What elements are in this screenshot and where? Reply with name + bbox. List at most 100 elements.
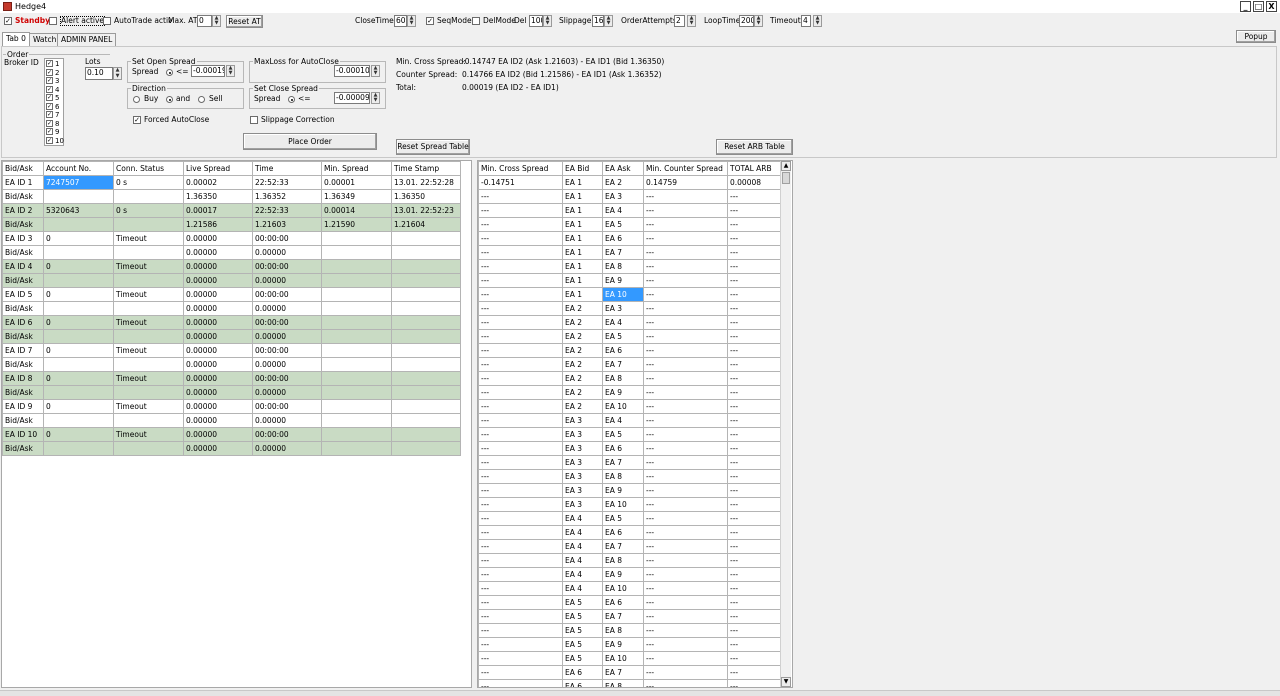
- table-cell[interactable]: 0.00000: [183, 399, 253, 414]
- table-cell[interactable]: [43, 329, 114, 344]
- table-cell[interactable]: ---: [643, 203, 728, 218]
- table-cell[interactable]: [391, 399, 461, 414]
- table-cell[interactable]: Bid/Ask: [2, 273, 44, 288]
- table-cell[interactable]: [391, 273, 461, 288]
- broker-item[interactable]: ✓ 9: [46, 128, 59, 136]
- table-cell[interactable]: ---: [643, 399, 728, 414]
- table-cell[interactable]: ---: [643, 581, 728, 596]
- table-cell[interactable]: EA ID 3: [2, 231, 44, 246]
- broker-item[interactable]: ✓ 5: [46, 94, 59, 102]
- looptime-input[interactable]: 200: [739, 15, 754, 27]
- lots-input[interactable]: 0.10: [85, 67, 113, 80]
- table-cell[interactable]: ---: [727, 287, 781, 302]
- table-cell[interactable]: 0.00000: [252, 245, 322, 260]
- table-cell[interactable]: ---: [478, 301, 563, 316]
- broker-checkbox[interactable]: ✓: [46, 128, 53, 135]
- table-cell[interactable]: EA 9: [602, 273, 644, 288]
- column-header[interactable]: Min. Cross Spread: [478, 161, 563, 176]
- close-spread-spinner[interactable]: ▲ ▼: [371, 92, 380, 104]
- table-cell[interactable]: 00:00:00: [252, 231, 322, 246]
- table-cell[interactable]: 00:00:00: [252, 259, 322, 274]
- table-cell[interactable]: ---: [643, 651, 728, 666]
- table-cell[interactable]: [321, 259, 392, 274]
- table-cell[interactable]: ---: [478, 315, 563, 330]
- table-cell[interactable]: EA 2: [562, 357, 603, 372]
- table-cell[interactable]: 13.01. 22:52:28: [391, 175, 461, 190]
- table-cell[interactable]: EA 5: [562, 651, 603, 666]
- table-cell[interactable]: 0.00000: [183, 441, 253, 456]
- broker-item[interactable]: ✓ 6: [46, 102, 59, 111]
- table-cell[interactable]: [113, 189, 184, 204]
- table-cell[interactable]: [321, 273, 392, 288]
- table-cell[interactable]: [113, 329, 184, 344]
- table-cell[interactable]: Bid/Ask: [2, 189, 44, 204]
- table-cell[interactable]: [391, 357, 461, 372]
- table-cell[interactable]: 1.36350: [183, 189, 253, 204]
- standby-checkbox[interactable]: ✓: [4, 17, 12, 25]
- broker-item[interactable]: ✓ 2: [46, 68, 59, 77]
- table-cell[interactable]: Timeout: [113, 427, 184, 442]
- table-cell[interactable]: EA 4: [602, 203, 644, 218]
- sell-radio[interactable]: [198, 96, 205, 103]
- table-cell[interactable]: 0.00000: [183, 413, 253, 428]
- table-cell[interactable]: [321, 343, 392, 358]
- open-spread-spinner[interactable]: ▲ ▼: [226, 65, 235, 77]
- broker-checkbox[interactable]: ✓: [46, 85, 53, 93]
- table-cell[interactable]: ---: [643, 595, 728, 610]
- table-cell[interactable]: EA 3: [562, 455, 603, 470]
- table-cell[interactable]: ---: [478, 399, 563, 414]
- table-cell[interactable]: [321, 385, 392, 400]
- table-cell[interactable]: ---: [643, 679, 728, 687]
- max-at-spinner[interactable]: ▲ ▼: [212, 15, 221, 27]
- table-cell[interactable]: [321, 399, 392, 414]
- table-cell[interactable]: EA 3: [602, 189, 644, 204]
- table-cell[interactable]: ---: [478, 637, 563, 652]
- table-cell[interactable]: EA 10: [602, 651, 644, 666]
- table-cell[interactable]: [391, 245, 461, 260]
- table-cell[interactable]: ---: [727, 497, 781, 512]
- reset-spread-table-button[interactable]: Reset Spread Table: [396, 139, 470, 155]
- orderattempts-spinner[interactable]: ▲ ▼: [687, 15, 696, 27]
- table-cell[interactable]: ---: [727, 651, 781, 666]
- broker-checkbox[interactable]: ✓: [46, 102, 53, 110]
- table-cell[interactable]: 13.01. 22:52:23: [391, 203, 461, 218]
- table-cell[interactable]: EA ID 2: [2, 203, 44, 218]
- table-cell[interactable]: 0.00000: [183, 371, 253, 386]
- table-cell[interactable]: EA ID 9: [2, 399, 44, 414]
- table-cell[interactable]: ---: [478, 371, 563, 386]
- broker-checkbox[interactable]: ✓: [46, 68, 53, 76]
- table-cell[interactable]: ---: [727, 581, 781, 596]
- table-cell[interactable]: 0.00001: [321, 175, 392, 190]
- table-cell[interactable]: [391, 385, 461, 400]
- table-cell[interactable]: ---: [643, 217, 728, 232]
- table-cell[interactable]: [113, 217, 184, 232]
- table-cell[interactable]: EA 1: [562, 245, 603, 260]
- table-cell[interactable]: [43, 189, 114, 204]
- slippage-spinner[interactable]: ▲ ▼: [604, 15, 613, 27]
- table-cell[interactable]: ---: [643, 357, 728, 372]
- table-cell[interactable]: [391, 259, 461, 274]
- table-cell[interactable]: ---: [727, 371, 781, 386]
- table-cell[interactable]: ---: [643, 553, 728, 568]
- table-cell[interactable]: Timeout: [113, 231, 184, 246]
- table-cell[interactable]: [113, 441, 184, 456]
- table-cell[interactable]: [321, 357, 392, 372]
- table-cell[interactable]: EA 5: [602, 427, 644, 442]
- table-cell[interactable]: 0.00000: [183, 301, 253, 316]
- table-cell[interactable]: 0.00000: [183, 329, 253, 344]
- table-cell[interactable]: ---: [643, 441, 728, 456]
- table-cell[interactable]: ---: [478, 665, 563, 680]
- table-cell[interactable]: ---: [478, 259, 563, 274]
- table-cell[interactable]: ---: [478, 273, 563, 288]
- table-cell[interactable]: [391, 427, 461, 442]
- seqmode-checkbox[interactable]: ✓: [426, 17, 434, 25]
- table-cell[interactable]: 0 s: [113, 203, 184, 218]
- table-cell[interactable]: EA 10: [602, 581, 644, 596]
- broker-checkbox[interactable]: ✓: [46, 60, 53, 67]
- table-cell[interactable]: [321, 287, 392, 302]
- table-cell[interactable]: 0.00000: [252, 357, 322, 372]
- broker-item[interactable]: ✓ 1: [46, 60, 59, 68]
- table-cell[interactable]: ---: [643, 343, 728, 358]
- table-cell[interactable]: 0.00017: [183, 203, 253, 218]
- open-op-radio[interactable]: [166, 69, 173, 76]
